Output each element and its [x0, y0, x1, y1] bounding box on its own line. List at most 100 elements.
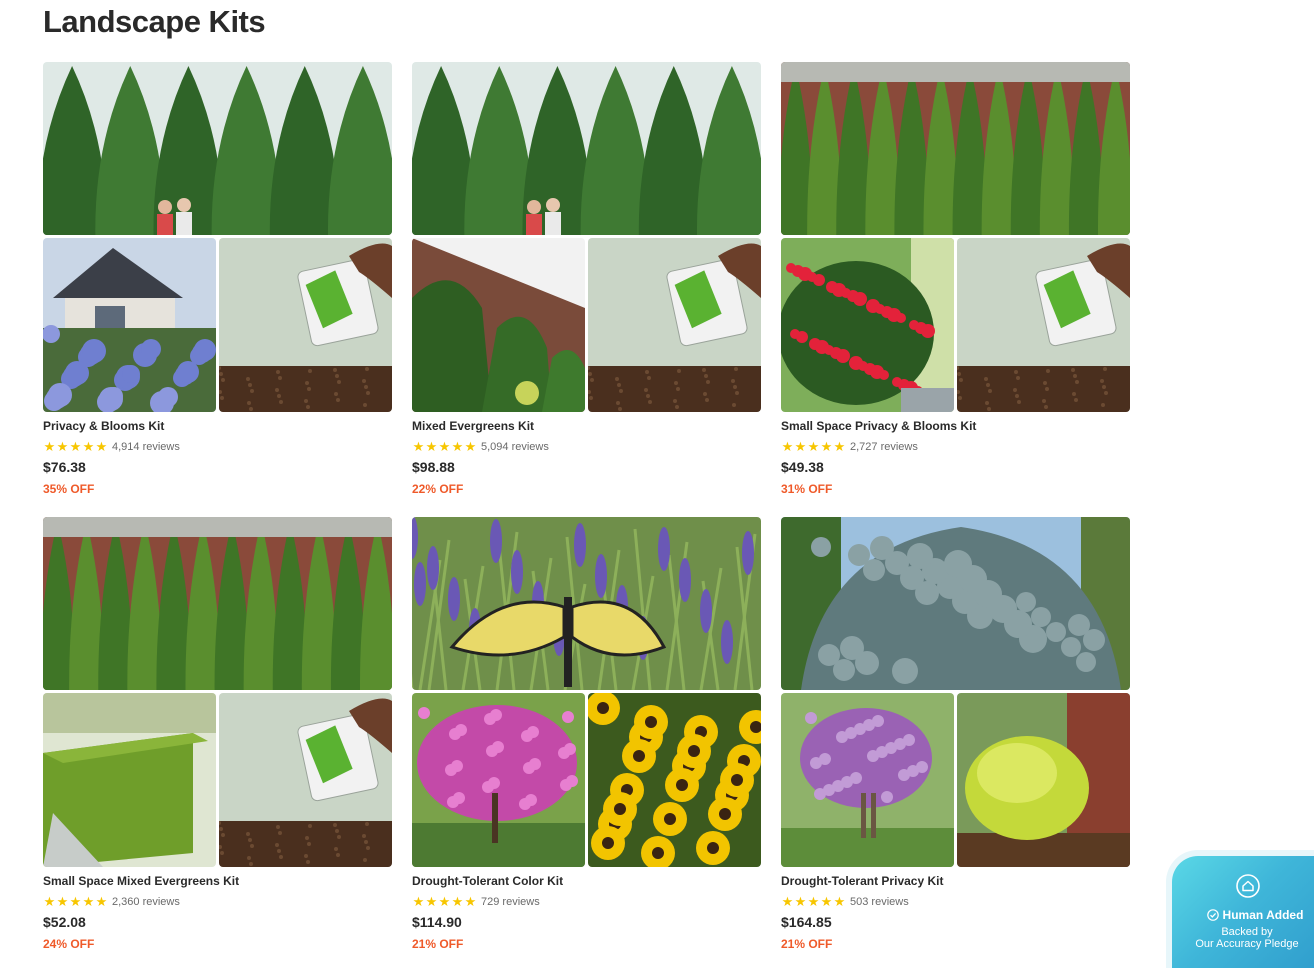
discount-label: 21% OFF [781, 937, 833, 951]
badge-line-2: Our Accuracy Pledge [1195, 938, 1299, 950]
home-shield-icon [1236, 874, 1260, 898]
star-icon: ★ [794, 439, 807, 454]
kit-price: $52.08 [43, 914, 86, 930]
kit-image-collage[interactable] [412, 517, 761, 867]
star-icon: ★ [43, 439, 56, 454]
discount-label: 21% OFF [412, 937, 464, 951]
kit-image-tertiary[interactable] [588, 238, 761, 412]
kit-image-collage[interactable] [781, 517, 1130, 867]
kit-image-tertiary[interactable] [219, 693, 392, 867]
kit-name[interactable]: Drought-Tolerant Privacy Kit [781, 874, 943, 888]
fertilizer-pouch-over-soil-image [957, 238, 1130, 412]
review-count[interactable]: 4,914 reviews [112, 441, 180, 453]
star-icon: ★ [82, 439, 95, 454]
star-icon: ★ [95, 894, 108, 909]
kit-card[interactable]: Small Space Mixed Evergreens Kit ★ ★ ★ ★ ★ 2… [43, 517, 392, 951]
kit-card[interactable]: Mixed Evergreens Kit ★ ★ ★ ★ ★ 5,094 reviews… [412, 62, 761, 496]
star-icon: ★ [82, 894, 95, 909]
kit-rating: ★ ★ ★ ★ ★ 729 reviews [412, 895, 540, 908]
accuracy-pledge-badge[interactable]: Human Added Backed by Our Accuracy Pledg… [1172, 856, 1314, 968]
badge-line-1: Backed by [1221, 926, 1273, 938]
kit-image-collage[interactable] [412, 62, 761, 412]
star-icon: ★ [464, 439, 477, 454]
review-count[interactable]: 729 reviews [481, 896, 540, 908]
star-icon: ★ [464, 894, 477, 909]
discount-label: 31% OFF [781, 482, 833, 496]
star-rating: ★ ★ ★ ★ ★ [412, 440, 477, 453]
kit-card[interactable]: Small Space Privacy & Blooms Kit ★ ★ ★ ★ ★ 2… [781, 62, 1130, 496]
star-rating: ★ ★ ★ ★ ★ [412, 895, 477, 908]
kit-image-collage[interactable] [43, 517, 392, 867]
check-circle-icon [1206, 909, 1219, 921]
kit-image-tertiary[interactable] [957, 693, 1130, 867]
kit-name[interactable]: Privacy & Blooms Kit [43, 419, 164, 433]
kit-image-secondary[interactable] [412, 238, 585, 412]
star-icon: ★ [425, 894, 438, 909]
star-icon: ★ [412, 439, 425, 454]
kit-card[interactable]: Drought-Tolerant Color Kit ★ ★ ★ ★ ★ 729 rev… [412, 517, 761, 951]
kit-image-tertiary[interactable] [588, 693, 761, 867]
kit-image-main[interactable] [412, 517, 761, 690]
kit-image-tertiary[interactable] [219, 238, 392, 412]
kit-price: $114.90 [412, 914, 462, 930]
star-icon: ★ [425, 439, 438, 454]
kit-name[interactable]: Mixed Evergreens Kit [412, 419, 534, 433]
purple-crape-myrtle-image [781, 693, 954, 867]
star-icon: ★ [833, 439, 846, 454]
kit-name[interactable]: Small Space Mixed Evergreens Kit [43, 874, 239, 888]
kit-image-collage[interactable] [43, 62, 392, 412]
boxwood-hedge-by-path-image [43, 693, 216, 867]
yellow-black-eyed-susans-image [588, 693, 761, 867]
kit-image-main[interactable] [781, 517, 1130, 690]
kit-image-main[interactable] [412, 62, 761, 235]
narrow-arborvitae-row-image [43, 517, 392, 690]
badge-title-row: Human Added [1190, 908, 1314, 922]
kit-image-main[interactable] [781, 62, 1130, 235]
review-count[interactable]: 5,094 reviews [481, 441, 549, 453]
star-icon: ★ [781, 894, 794, 909]
kit-name[interactable]: Drought-Tolerant Color Kit [412, 874, 563, 888]
star-icon: ★ [451, 894, 464, 909]
kit-image-main[interactable] [43, 62, 392, 235]
star-icon: ★ [69, 894, 82, 909]
kit-image-secondary[interactable] [412, 693, 585, 867]
butterfly-on-lavender-image [412, 517, 761, 690]
review-count[interactable]: 2,727 reviews [850, 441, 918, 453]
kit-image-secondary[interactable] [43, 238, 216, 412]
discount-label: 24% OFF [43, 937, 95, 951]
review-count[interactable]: 503 reviews [850, 896, 909, 908]
kit-image-collage[interactable] [781, 62, 1130, 412]
arborvitae-hedge-with-couple-image [43, 62, 392, 235]
star-icon: ★ [412, 894, 425, 909]
kit-card[interactable]: Drought-Tolerant Privacy Kit ★ ★ ★ ★ ★ 503 r… [781, 517, 1130, 951]
kit-image-main[interactable] [43, 517, 392, 690]
kit-card[interactable]: Privacy & Blooms Kit ★ ★ ★ ★ ★ 4,914 reviews… [43, 62, 392, 496]
star-rating: ★ ★ ★ ★ ★ [43, 440, 108, 453]
narrow-arborvitae-row-image [781, 62, 1130, 235]
arborvitae-hedge-with-couple-image [412, 62, 761, 235]
star-icon: ★ [43, 894, 56, 909]
kit-price: $164.85 [781, 914, 832, 930]
section-title: Landscape Kits [43, 4, 266, 39]
kit-rating: ★ ★ ★ ★ ★ 2,727 reviews [781, 440, 918, 453]
star-rating: ★ ★ ★ ★ ★ [781, 440, 846, 453]
kit-price: $49.38 [781, 459, 824, 475]
discount-label: 22% OFF [412, 482, 464, 496]
pink-redbud-tree-image [412, 693, 585, 867]
star-icon: ★ [56, 894, 69, 909]
kit-image-secondary[interactable] [781, 238, 954, 412]
kit-image-tertiary[interactable] [957, 238, 1130, 412]
blue-spruce-evergreen-image [781, 517, 1130, 690]
review-count[interactable]: 2,360 reviews [112, 896, 180, 908]
kit-image-secondary[interactable] [781, 693, 954, 867]
star-icon: ★ [56, 439, 69, 454]
kit-image-secondary[interactable] [43, 693, 216, 867]
kit-name[interactable]: Small Space Privacy & Blooms Kit [781, 419, 976, 433]
kit-rating: ★ ★ ★ ★ ★ 2,360 reviews [43, 895, 180, 908]
star-icon: ★ [794, 894, 807, 909]
star-rating: ★ ★ ★ ★ ★ [43, 895, 108, 908]
kit-price: $76.38 [43, 459, 86, 475]
fertilizer-pouch-over-soil-image [219, 238, 392, 412]
star-rating: ★ ★ ★ ★ ★ [781, 895, 846, 908]
star-icon: ★ [451, 439, 464, 454]
